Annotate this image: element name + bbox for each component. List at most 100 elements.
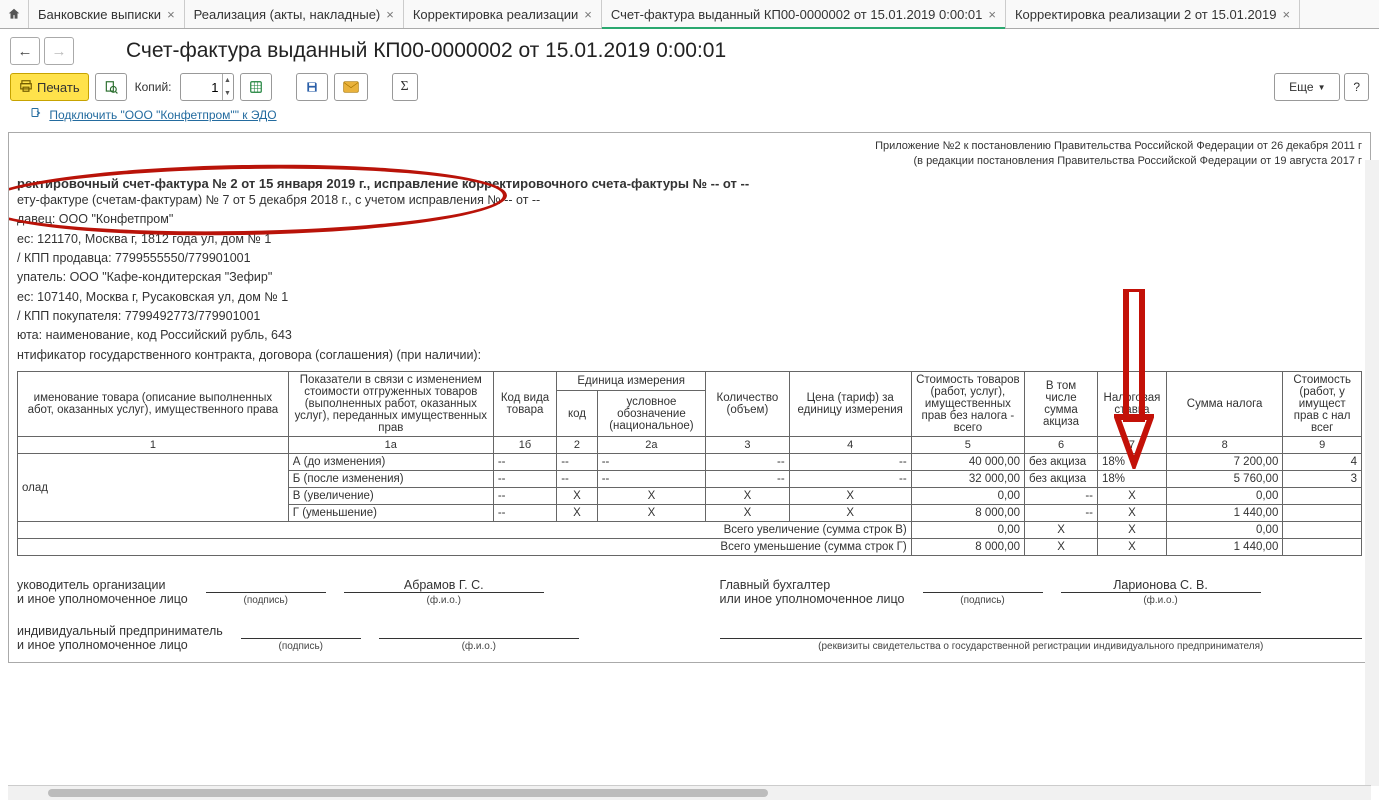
cell: --: [557, 454, 598, 471]
nav-back-button[interactable]: ←: [10, 37, 40, 65]
tab-label: Корректировка реализации 2 от 15.01.2019: [1015, 7, 1276, 22]
document-preview: Приложение №2 к постановлению Правительс…: [8, 132, 1371, 663]
cell: Х: [557, 488, 598, 505]
appendix-line2: (в редакции постановления Правительства …: [17, 154, 1362, 169]
tab-label: Корректировка реализации: [413, 7, 578, 22]
cell: --: [493, 505, 556, 522]
cell: Х: [706, 505, 790, 522]
col-header: Сумма налога: [1166, 372, 1282, 437]
total-row: Всего уменьшение (сумма строк Г) 8 000,0…: [18, 539, 1362, 556]
cell: Х: [1098, 539, 1167, 556]
sig-fio-line: [379, 624, 579, 639]
cell: --: [706, 454, 790, 471]
cell: В (увеличение): [288, 488, 493, 505]
close-icon[interactable]: ×: [584, 7, 592, 22]
doc-header: ректировочный счет-фактура № 2 от 15 янв…: [17, 176, 1362, 191]
cell: 0,00: [911, 522, 1024, 539]
tab-item[interactable]: Реализация (акты, накладные) ×: [185, 0, 404, 28]
cell: Х: [597, 488, 705, 505]
cell: без акциза: [1025, 471, 1098, 488]
preview-button[interactable]: [95, 73, 127, 101]
close-icon[interactable]: ×: [167, 7, 175, 22]
sig-cap: (ф.и.о.): [344, 595, 544, 606]
cell: --: [706, 471, 790, 488]
doc-line: / КПП продавца: 7799555550/779901001: [17, 249, 1362, 268]
header-row: ← → Счет-фактура выданный КП00-0000002 о…: [0, 29, 1379, 67]
cell: Х: [1025, 539, 1098, 556]
home-icon[interactable]: [0, 0, 29, 28]
close-icon[interactable]: ×: [1282, 7, 1290, 22]
spreadsheet-button[interactable]: [240, 73, 272, 101]
sig-sign-line: [206, 578, 326, 593]
cell: Х: [706, 488, 790, 505]
doc-line: ес: 107140, Москва г, Русаковская ул, до…: [17, 288, 1362, 307]
edo-link[interactable]: Подключить "ООО "Конфетпром"" к ЭДО: [49, 108, 276, 122]
copies-input[interactable]: ▲ ▼: [180, 73, 234, 101]
cell: 5 760,00: [1166, 471, 1282, 488]
cell: --: [493, 488, 556, 505]
cell: Х: [1025, 522, 1098, 539]
cell: 8 000,00: [911, 505, 1024, 522]
tab-item[interactable]: Корректировка реализации 2 от 15.01.2019…: [1006, 0, 1300, 28]
cell: Х: [1098, 505, 1167, 522]
help-button[interactable]: ?: [1344, 73, 1369, 101]
cell: --: [789, 454, 911, 471]
col-header: Цена (тариф) за единицу измерения: [789, 372, 911, 437]
colnum: 1а: [288, 437, 493, 454]
doc-line: нтификатор государственного контракта, д…: [17, 346, 1362, 365]
cell: 7 200,00: [1166, 454, 1282, 471]
sig-fio-line: Ларионова С. В.: [1061, 578, 1261, 593]
tabbar: Банковские выписки × Реализация (акты, н…: [0, 0, 1379, 29]
sig-cap: (реквизиты свидетельства о государственн…: [720, 641, 1363, 652]
sigma-icon: Σ: [401, 79, 409, 95]
sig-fio-line: Абрамов Г. С.: [344, 578, 544, 593]
more-button[interactable]: Еще ▼: [1274, 73, 1340, 101]
sig-cap: (подпись): [923, 595, 1043, 606]
cell: 8 000,00: [911, 539, 1024, 556]
save-button[interactable]: [296, 73, 328, 101]
col-header: Количество (объем): [706, 372, 790, 437]
cell: --: [1025, 505, 1098, 522]
close-icon[interactable]: ×: [386, 7, 394, 22]
email-button[interactable]: [334, 73, 368, 101]
doc-line: / КПП покупателя: 7799492773/779901001: [17, 307, 1362, 326]
cell: 32 000,00: [911, 471, 1024, 488]
sig-sign-line: [923, 578, 1043, 593]
cell: --: [597, 471, 705, 488]
tab-item[interactable]: Корректировка реализации ×: [404, 0, 602, 28]
scrollbar-horizontal[interactable]: [8, 785, 1371, 800]
sum-button[interactable]: Σ: [392, 73, 418, 101]
cell: 40 000,00: [911, 454, 1024, 471]
sig-cap: (ф.и.о.): [1061, 595, 1261, 606]
colnum: 2: [557, 437, 598, 454]
cell: Х: [597, 505, 705, 522]
nav-forward-button[interactable]: →: [44, 37, 74, 65]
cell: Б (после изменения): [288, 471, 493, 488]
col-header: Налоговая ставка: [1098, 372, 1167, 437]
colnum: 2а: [597, 437, 705, 454]
spin-down-icon[interactable]: ▼: [223, 87, 233, 100]
cell: 3: [1283, 471, 1362, 488]
sig-cap: (ф.и.о.): [379, 641, 579, 652]
close-icon[interactable]: ×: [988, 7, 996, 22]
tab-item-active[interactable]: Счет-фактура выданный КП00-0000002 от 15…: [602, 0, 1006, 28]
scrollbar-vertical[interactable]: [1365, 160, 1379, 786]
doc-line: давец: ООО "Конфетпром": [17, 210, 1362, 229]
col-header: В том числе сумма акциза: [1025, 372, 1098, 437]
tab-item[interactable]: Банковские выписки ×: [29, 0, 185, 28]
cell: А (до изменения): [288, 454, 493, 471]
cell: --: [557, 471, 598, 488]
appendix-line1: Приложение №2 к постановлению Правительс…: [17, 139, 1362, 154]
col-header: код: [557, 391, 598, 437]
cell: 18%: [1098, 471, 1167, 488]
colnum: 3: [706, 437, 790, 454]
print-button[interactable]: Печать: [10, 73, 89, 101]
cell: --: [789, 471, 911, 488]
colnum: 6: [1025, 437, 1098, 454]
invoice-table: именование товара (описание выполненных …: [17, 371, 1362, 556]
spin-up-icon[interactable]: ▲: [223, 74, 233, 87]
copies-field[interactable]: [181, 79, 222, 96]
col-header: Единица измерения: [557, 372, 706, 391]
sig-cap: (подпись): [241, 641, 361, 652]
scrollbar-thumb[interactable]: [48, 789, 768, 797]
